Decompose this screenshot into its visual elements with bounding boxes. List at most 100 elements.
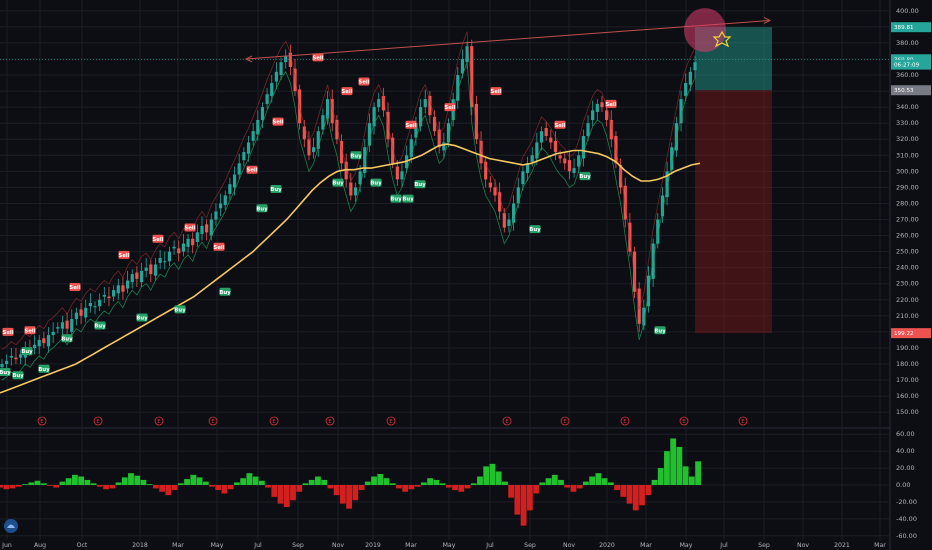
candle-body [693,62,697,71]
buy-signal: Buy [402,194,414,203]
x-tick-label: Nov [332,542,344,549]
y-tick-label: 210.00 [896,312,919,320]
x-tick-label: 2019 [365,542,381,549]
histogram-bar [333,485,340,496]
histogram-bar [308,479,315,485]
histogram-bar [0,485,4,488]
y-tick-label: 400.00 [896,7,919,15]
histogram-bar [215,485,222,491]
sell-signal: Sell [272,117,284,126]
histogram-bar [551,474,558,485]
candle-body [493,187,497,196]
histogram-bar [383,478,390,485]
candle-body [0,363,4,368]
signal-label: Buy [529,227,541,233]
signal-label: Buy [21,349,33,355]
x-tick-label: May [443,542,456,549]
signal-label: Buy [38,367,50,373]
candle-body [158,258,162,263]
candle-body [228,184,232,194]
histogram-bar [614,485,620,491]
histogram-bar [458,485,465,492]
histogram-bar [601,478,608,485]
x-tick-label: May [211,542,224,549]
buy-signal: Buy [654,326,666,335]
candle-body [14,357,18,360]
histogram-bar [570,485,577,492]
signal-label: Buy [94,323,106,329]
candle-body [591,110,595,120]
candle-body [130,274,134,283]
candle-body [684,83,688,96]
sell-signal: Sell [358,77,370,86]
candle-body [70,319,74,332]
x-tick-label: Mar [172,542,184,549]
signal-label: Sell [272,120,283,126]
y-tick-label: 150.00 [896,408,919,416]
candle-body [539,131,544,143]
signal-label: Sell [444,105,455,111]
price-tag-label: 350.53 [894,88,914,94]
y-tick-label: 250.00 [896,248,919,256]
histogram-bar [321,479,328,485]
y-tick-label: 320.00 [896,135,919,143]
histogram-bar [71,474,78,485]
signal-label: Sell [69,285,80,291]
chart-logo[interactable] [4,519,18,533]
signal-label: Sell [152,237,163,243]
y-tick-label: 380.00 [896,39,919,47]
candle-body [186,238,190,247]
histogram-bar [128,473,134,485]
price-tag-label: 06:27:09 [894,63,920,69]
histogram-bar [502,481,508,485]
histogram-bar [371,476,377,485]
histogram-bar [258,480,265,485]
y-tick-label: 220.00 [896,296,919,304]
candle-body [474,103,479,140]
y-tick-label: 160.00 [896,392,919,400]
x-tick-label: 2018 [132,542,148,549]
candle-body [200,225,204,234]
candle-body [153,264,158,276]
candle-body [284,55,288,63]
histogram-bar [327,485,334,489]
candle-body [274,71,279,82]
candle-body [9,355,13,358]
candle-body [172,246,176,249]
candle-body [223,195,227,206]
histogram-bar [695,461,701,485]
histogram-bar [539,482,546,485]
y-tick-label: 240.00 [896,264,919,272]
y-tick-label: 310.00 [896,151,919,159]
histogram-bar [209,485,215,487]
histogram-bar [290,485,296,501]
candle-body [88,302,92,307]
y-tick-label: 190.00 [896,344,919,352]
y-tick-label: 180.00 [896,360,919,368]
histogram-bar [377,474,384,485]
histogram-bar [545,478,552,485]
candle-body [251,131,255,141]
buy-signal: Buy [38,364,50,373]
candle-body [167,251,172,262]
highlight-circle [684,8,726,53]
sell-signal: Sell [246,165,258,174]
buy-signal: Buy [174,305,186,314]
histogram-bar [96,485,103,487]
histogram-bar [420,482,427,485]
histogram-bar [414,485,421,487]
x-tick-label: Jun [1,542,12,549]
candle-body [423,99,427,108]
signal-label: Buy [402,197,414,203]
signal-label: Sell [24,328,35,334]
candle-body [232,174,237,188]
stock-chart: Sell Sell Buy Buy Buy Buy Sell Buy Buy Sell Buy Sel… [0,0,932,550]
signal-label: Buy [579,174,591,180]
histogram-bar [676,446,683,485]
histogram-bar [352,485,359,501]
signal-label: Buy [61,336,73,342]
histogram-bar [464,485,471,489]
sell-signal: Sell [213,242,225,251]
histogram-bar [9,485,16,489]
x-tick-label: Nov [563,542,575,549]
